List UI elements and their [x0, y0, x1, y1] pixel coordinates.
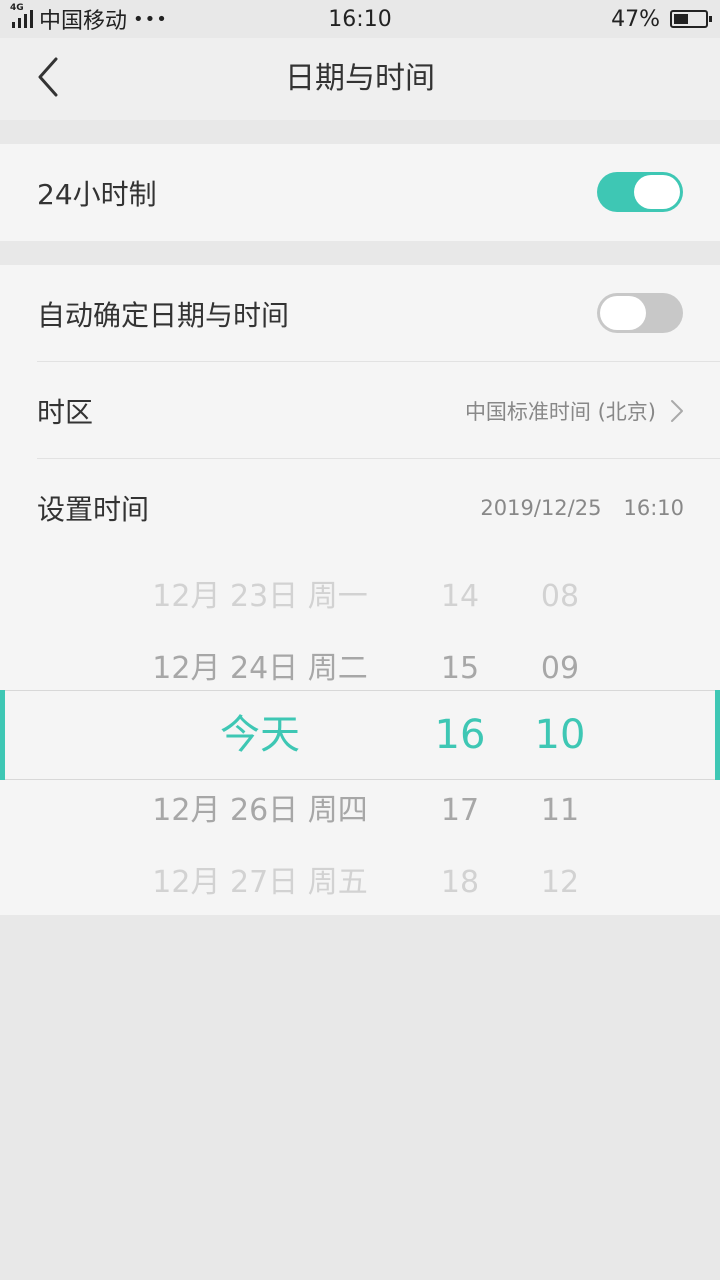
picker-date[interactable]: 12月 24日 周二: [120, 633, 400, 705]
chevron-left-icon: [38, 57, 58, 97]
picker-date-selected[interactable]: 今天: [120, 699, 400, 771]
picker-minute-selected[interactable]: 10: [510, 699, 610, 771]
auto-datetime-label: 自动确定日期与时间: [37, 298, 290, 332]
datetime-picker[interactable]: 12月 23日 周一 14 08 12月 24日 周二 15 09 今天 16 …: [0, 555, 720, 915]
set-time-row[interactable]: 设置时间 2019/12/25 16:10: [0, 459, 720, 556]
back-button[interactable]: [28, 52, 68, 102]
picker-hour[interactable]: 17: [410, 775, 510, 847]
picker-date[interactable]: 12月 27日 周五: [120, 847, 400, 915]
picker-minute[interactable]: 11: [510, 775, 610, 847]
battery-fill: [674, 14, 689, 24]
picker-hour-selected[interactable]: 16: [410, 699, 510, 771]
battery-percent: 47%: [611, 6, 660, 32]
timezone-value-group: 中国标准时间 (北京): [465, 396, 684, 426]
set-time-value-group: 2019/12/25 16:10: [480, 496, 684, 520]
picker-minute[interactable]: 12: [510, 847, 610, 915]
auto-datetime-toggle[interactable]: [597, 293, 683, 333]
toggle-knob: [634, 175, 680, 209]
nav-bar: 日期与时间: [0, 38, 720, 120]
status-right: 47%: [611, 6, 712, 32]
picker-hour[interactable]: 18: [410, 847, 510, 915]
hour24-label: 24小时制: [37, 177, 157, 211]
picker-minute[interactable]: 09: [510, 633, 610, 705]
picker-date[interactable]: 12月 26日 周四: [120, 775, 400, 847]
picker-hour[interactable]: 15: [410, 633, 510, 705]
toggle-knob: [600, 296, 646, 330]
set-time-date: 2019/12/25: [480, 495, 602, 520]
hour24-card: 24小时制: [0, 144, 720, 241]
set-time-time: 16:10: [623, 495, 684, 520]
auto-datetime-row[interactable]: 自动确定日期与时间: [0, 265, 720, 362]
picker-row[interactable]: 12月 26日 周四 17 11: [0, 775, 720, 847]
timezone-label: 时区: [37, 395, 94, 429]
picker-row-selected[interactable]: 今天 16 10: [0, 699, 720, 771]
picker-row[interactable]: 12月 23日 周一 14 08: [0, 561, 720, 633]
hour24-row[interactable]: 24小时制: [0, 144, 720, 241]
datetime-settings-card: 自动确定日期与时间 时区 中国标准时间 (北京) 设置时间 2019/12/25…: [0, 265, 720, 556]
status-bar: 4G 中国移动 ••• 16:10 47%: [0, 0, 720, 38]
timezone-row[interactable]: 时区 中国标准时间 (北京): [0, 362, 720, 459]
picker-row[interactable]: 12月 24日 周二 15 09: [0, 633, 720, 705]
battery-icon: [670, 10, 712, 28]
page-title: 日期与时间: [285, 61, 435, 96]
chevron-right-icon: [671, 399, 683, 422]
picker-hour[interactable]: 14: [410, 561, 510, 633]
hour24-toggle[interactable]: [597, 172, 683, 212]
picker-row[interactable]: 12月 27日 周五 18 12: [0, 847, 720, 915]
picker-minute[interactable]: 08: [510, 561, 610, 633]
set-time-label: 设置时间: [37, 492, 150, 526]
timezone-value: 中国标准时间 (北京): [464, 399, 656, 424]
picker-date[interactable]: 12月 23日 周一: [120, 561, 400, 633]
